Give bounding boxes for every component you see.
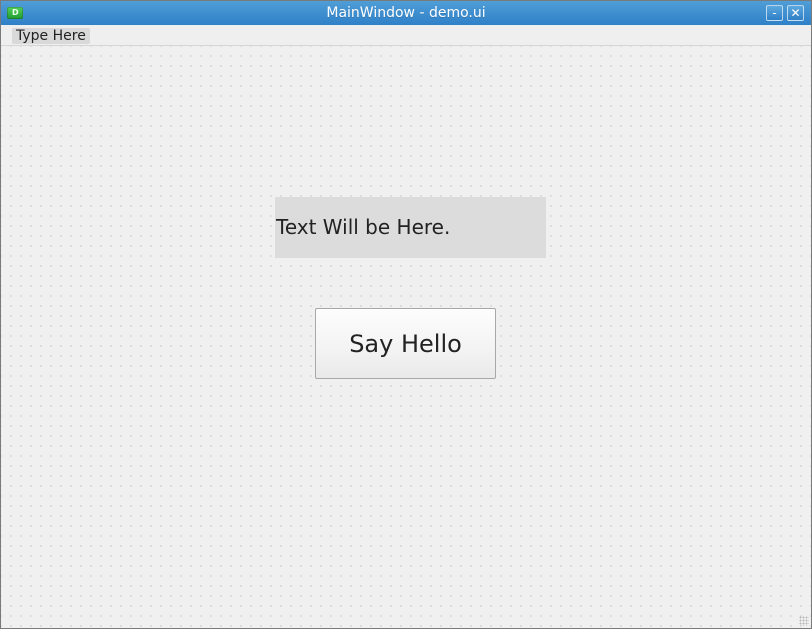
menu-item-type-here[interactable]: Type Here [12, 28, 90, 44]
minimize-icon: - [772, 6, 777, 20]
say-hello-button[interactable]: Say Hello [315, 308, 496, 379]
main-window: MainWindow - demo.ui - ✕ Type Here Text … [0, 0, 812, 629]
text-label: Text Will be Here. [275, 197, 546, 258]
close-icon: ✕ [790, 6, 801, 20]
close-button[interactable]: ✕ [787, 5, 804, 21]
text-label-content: Text Will be Here. [276, 215, 451, 239]
window-title: MainWindow - demo.ui [326, 5, 486, 21]
resize-grip-icon[interactable] [799, 616, 809, 626]
title-bar[interactable]: MainWindow - demo.ui - ✕ [1, 1, 811, 25]
menu-bar: Type Here [1, 25, 811, 46]
form-canvas[interactable]: Text Will be Here. Say Hello [1, 46, 811, 628]
minimize-button[interactable]: - [766, 5, 783, 21]
